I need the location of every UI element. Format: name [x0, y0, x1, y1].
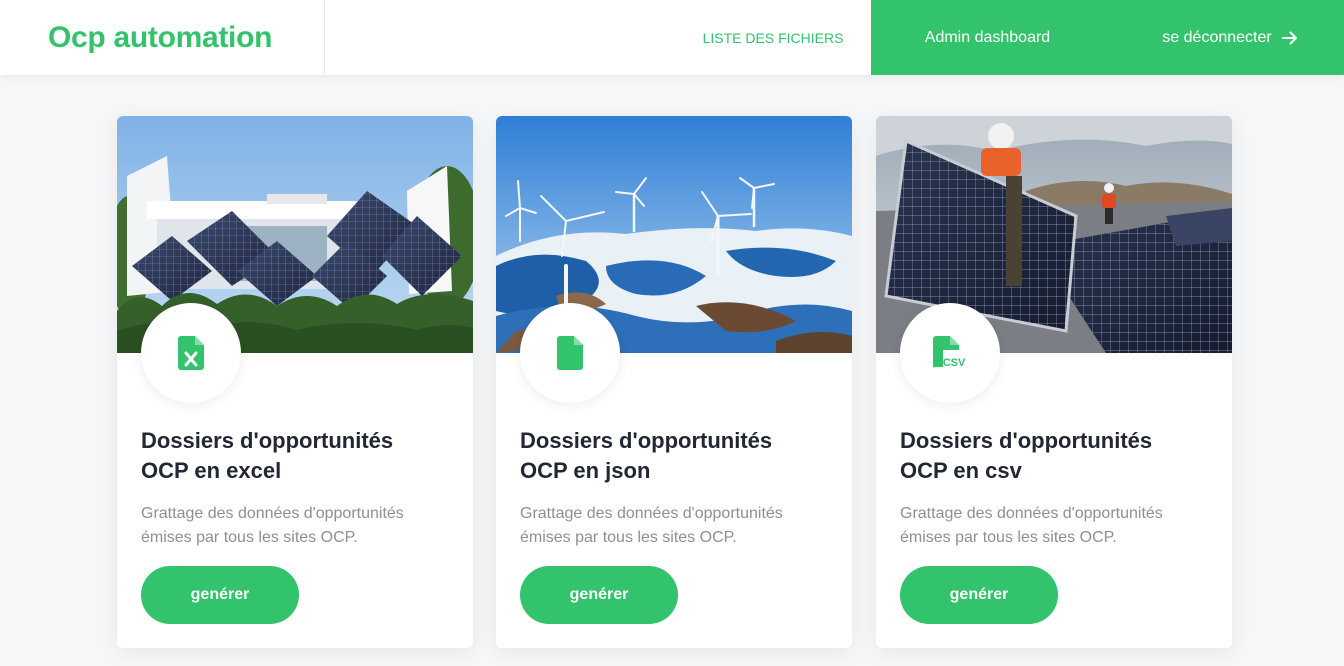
- brand-logo[interactable]: Ocp automation: [0, 0, 325, 75]
- card-description-line1: Grattage des données d'opportunités: [900, 505, 1163, 522]
- nav-link-admin-dashboard[interactable]: Admin dashboard: [900, 0, 1075, 75]
- card-json: Dossiers d'opportunités OCP en json Grat…: [496, 116, 852, 648]
- card-title-line1: Dossiers d'opportunités: [141, 428, 394, 453]
- card-description: Grattage des données d'opportunités émis…: [520, 502, 830, 550]
- card-csv: CSV Dossiers d'opportunités OCP en csv G…: [876, 116, 1232, 648]
- logout-label: se déconnecter: [1162, 28, 1272, 46]
- csv-file-icon: CSV: [900, 303, 1000, 403]
- card-description: Grattage des données d'opportunités émis…: [900, 502, 1210, 550]
- card-description-line2: émises par tous les sites OCP.: [900, 529, 1117, 546]
- card-title-line2: OCP en csv: [900, 458, 1022, 483]
- navbar: Ocp automation LISTE DES FICHIERS Admin …: [0, 0, 1344, 75]
- generate-json-button[interactable]: genérer: [520, 566, 678, 624]
- card-excel: Dossiers d'opportunités OCP en excel Gra…: [117, 116, 473, 648]
- card-description-line1: Grattage des données d'opportunités: [141, 505, 404, 522]
- generate-csv-button[interactable]: genérer: [900, 566, 1058, 624]
- card-title-line2: OCP en excel: [141, 458, 282, 483]
- card-description-line2: émises par tous les sites OCP.: [520, 529, 737, 546]
- card-title: Dossiers d'opportunités OCP en json: [520, 426, 830, 486]
- csv-icon-label: CSV: [943, 357, 966, 369]
- card-title-line1: Dossiers d'opportunités: [900, 428, 1153, 453]
- excel-file-icon: [141, 303, 241, 403]
- logout-button[interactable]: se déconnecter: [1140, 0, 1320, 75]
- json-file-icon: [520, 303, 620, 403]
- card-title-line2: OCP en json: [520, 458, 651, 483]
- generate-excel-button[interactable]: genérer: [141, 566, 299, 624]
- card-title: Dossiers d'opportunités OCP en csv: [900, 426, 1210, 486]
- card-description: Grattage des données d'opportunités émis…: [141, 502, 451, 550]
- card-description-line1: Grattage des données d'opportunités: [520, 505, 783, 522]
- card-title: Dossiers d'opportunités OCP en excel: [141, 426, 451, 486]
- card-title-line1: Dossiers d'opportunités: [520, 428, 773, 453]
- card-description-line2: émises par tous les sites OCP.: [141, 529, 358, 546]
- arrow-right-icon: [1281, 31, 1298, 45]
- nav-link-files[interactable]: LISTE DES FICHIERS: [690, 0, 856, 75]
